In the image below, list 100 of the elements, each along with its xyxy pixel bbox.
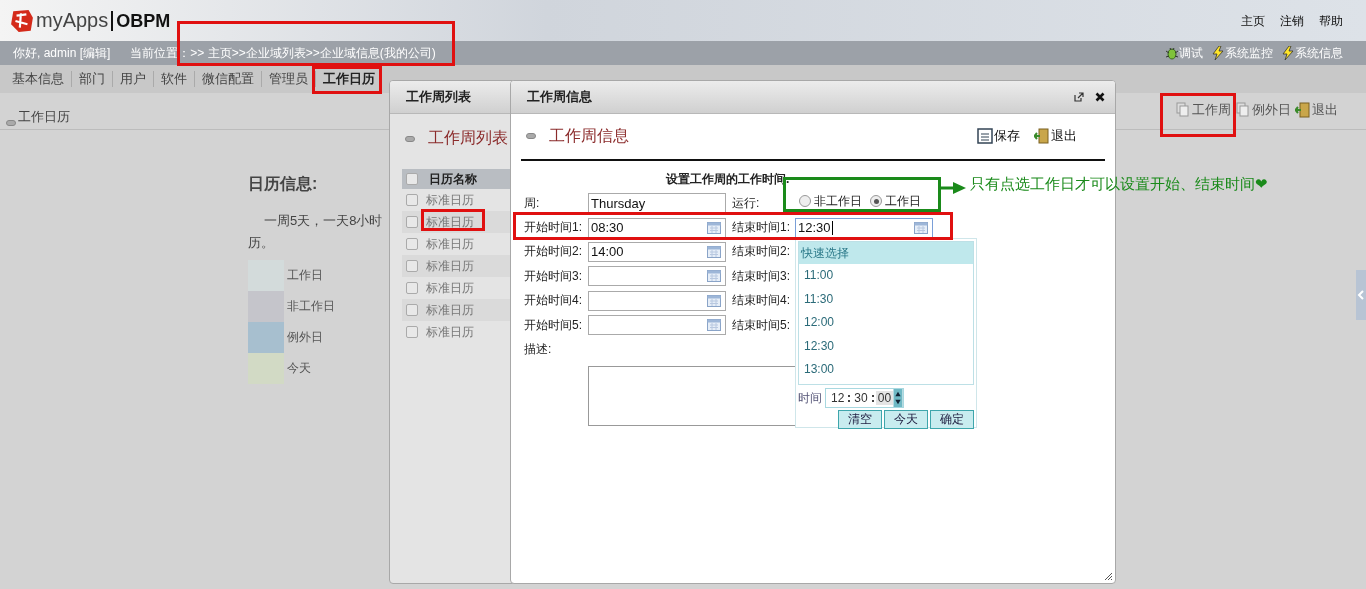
picker-button[interactable]: 确定 — [930, 410, 974, 429]
nav-tab[interactable]: 微信配置 — [201, 70, 255, 88]
close-icon[interactable] — [1095, 92, 1105, 102]
seconds-value: 00 — [875, 391, 894, 405]
legend-label: 工作日 — [287, 267, 323, 284]
time-label: 时间 — [798, 389, 822, 407]
hours-value: 12 — [830, 391, 846, 405]
time-field[interactable]: 14:00 — [588, 241, 726, 262]
product-name: OBPM — [111, 10, 171, 31]
resize-handle-icon[interactable] — [1103, 571, 1113, 581]
document-icon — [1235, 102, 1251, 118]
table-cell: 标准日历 — [426, 193, 474, 207]
time-option[interactable]: 12:30 — [799, 334, 973, 359]
table-cell: 标准日历 — [426, 325, 474, 339]
toolbar-button[interactable]: 例外日 — [1235, 101, 1291, 119]
time-field[interactable]: 08:30 — [588, 217, 726, 238]
field-label: 开始时间4: — [524, 292, 583, 310]
time-field[interactable] — [588, 315, 726, 336]
time-field[interactable] — [588, 266, 726, 287]
checkbox[interactable] — [406, 326, 418, 338]
table-cell: 标准日历 — [426, 281, 474, 295]
nav-tab[interactable]: 工作日历 — [322, 70, 376, 88]
spinner-arrows-icon[interactable] — [893, 389, 904, 407]
time-option[interactable]: 12:00 — [799, 311, 973, 335]
field-label: 周: — [524, 194, 541, 212]
header-link[interactable]: 主页 — [1241, 13, 1265, 30]
picker-button[interactable]: 清空 — [838, 410, 882, 429]
highlight-frame — [421, 209, 485, 231]
annotation-note: 只有点选工作日才可以设置开始、结束时间❤ — [970, 175, 1268, 194]
time-spinner[interactable]: 12 30 00 — [825, 388, 905, 408]
table-cell: 标准日历 — [426, 303, 474, 317]
toolbar-button[interactable]: 工作周 — [1175, 101, 1231, 119]
field-label: 开始时间5: — [524, 316, 583, 334]
section-title: 工作日历 — [18, 108, 70, 126]
breadcrumb: 当前位置：>> 主页>>企业域列表>>企业域信息(我的公司) — [130, 44, 436, 62]
nav-tab[interactable]: 部门 — [78, 70, 106, 88]
legend-label: 非工作日 — [287, 298, 335, 315]
calendar-icon — [914, 221, 928, 234]
calendar-icon — [707, 294, 721, 307]
calendar-description: 一周5天，一天8小时 历。 — [248, 212, 383, 252]
legend-label: 今天 — [287, 360, 311, 377]
calendar-icon — [707, 245, 721, 258]
week-field[interactable]: Thursday — [588, 193, 726, 214]
chevron-left-icon — [1357, 290, 1365, 300]
lightning-icon — [1281, 46, 1295, 60]
greeting-text: 你好, admin [编辑] — [13, 44, 111, 62]
time-field[interactable]: 12:30 — [795, 217, 933, 238]
field-label: 结束时间5: — [732, 316, 791, 334]
radio-button[interactable] — [870, 195, 882, 208]
collapse-tab[interactable] — [1356, 270, 1366, 320]
toolbar-button[interactable]: 退出 — [1295, 101, 1338, 119]
nav-tab[interactable]: 用户 — [119, 70, 147, 88]
field-label: 结束时间2: — [732, 243, 791, 261]
nav-tab[interactable]: 软件 — [160, 70, 188, 88]
checkbox[interactable] — [406, 260, 418, 272]
column-header: 日历名称 — [429, 170, 477, 188]
table-cell: 标准日历 — [426, 215, 474, 229]
toggle-icon — [6, 120, 16, 126]
panel-heading: 工作周列表 — [428, 128, 508, 148]
picker-header: 快速选择 — [799, 242, 973, 264]
checkbox[interactable] — [406, 304, 418, 316]
nav-tab[interactable]: 基本信息 — [11, 70, 65, 88]
calendar-icon — [707, 270, 721, 283]
calendar-icon — [707, 319, 721, 332]
toolbar-button[interactable]: 退出 — [1034, 127, 1077, 145]
popout-icon[interactable] — [1074, 92, 1084, 102]
checkbox[interactable] — [406, 194, 418, 206]
minutes-value: 30 — [853, 391, 869, 405]
logo-icon — [10, 8, 34, 33]
checkbox[interactable] — [406, 238, 418, 250]
field-label: 结束时间4: — [732, 292, 791, 310]
dialog-title: 工作周列表 — [406, 88, 471, 106]
field-label: 结束时间1: — [732, 219, 791, 237]
panel-heading: 工作周信息 — [549, 125, 629, 146]
checkbox[interactable] — [406, 216, 418, 228]
header-link[interactable]: 注销 — [1280, 13, 1304, 30]
checkbox[interactable] — [406, 173, 418, 185]
field-label: 运行: — [732, 194, 761, 212]
picker-button[interactable]: 今天 — [884, 410, 928, 429]
table-cell: 标准日历 — [426, 237, 474, 251]
time-field[interactable] — [588, 290, 726, 311]
radio-label: 工作日 — [885, 194, 921, 208]
field-label: 开始时间2: — [524, 243, 583, 261]
legend-label: 例外日 — [287, 329, 323, 346]
header-link[interactable]: 帮助 — [1319, 13, 1343, 30]
field-label: 描述: — [524, 341, 553, 359]
calendar-heading: 日历信息: — [248, 174, 318, 194]
door-icon — [1295, 102, 1311, 118]
door-icon — [1034, 128, 1050, 144]
calendar-icon — [707, 221, 721, 234]
time-option[interactable]: 11:30 — [799, 287, 973, 312]
checkbox[interactable] — [406, 282, 418, 294]
time-option[interactable]: 11:00 — [799, 264, 973, 288]
time-option[interactable]: 13:00 — [799, 358, 973, 382]
radio-button[interactable] — [799, 195, 811, 208]
toggle-icon — [526, 133, 536, 139]
toggle-icon — [405, 135, 415, 142]
lightning-icon — [1211, 46, 1225, 60]
toolbar-button[interactable]: 保存 — [977, 127, 1020, 145]
nav-tab[interactable]: 管理员 — [268, 70, 309, 88]
